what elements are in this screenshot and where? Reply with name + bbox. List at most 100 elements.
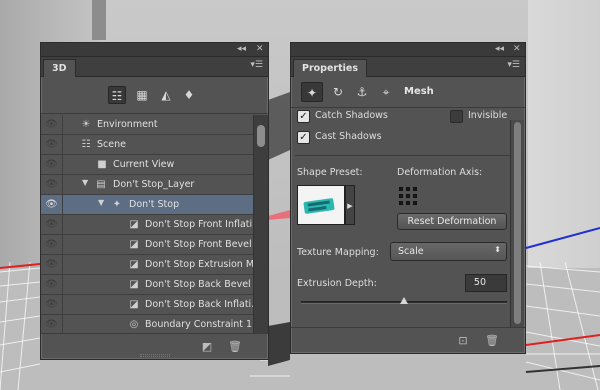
layer-list-scrollbar[interactable] [253,115,268,333]
layer-label: Don't Stop_Layer [113,179,195,190]
close-icon[interactable]: ✕ [513,44,521,54]
visibility-eye-icon[interactable]: 👁 [41,295,63,314]
visibility-eye-icon[interactable]: 👁 [41,315,63,333]
panel-menu-icon[interactable]: ▾☰ [250,60,263,70]
layer-row[interactable]: 👁 ▼ ▤ Don't Stop_Layer [41,175,253,195]
panel-footer: ◩ 🗑 [41,333,268,359]
material-icon: ◪ [129,279,139,290]
layer-row[interactable]: 👁 ◪ Don't Stop Extrusion M... [41,255,253,275]
visibility-eye-icon[interactable]: 👁 [41,195,63,214]
layer-row[interactable]: 👁 ▼ ✦ Don't Stop [41,195,253,215]
slider-thumb[interactable] [400,297,408,304]
layer-row[interactable]: 👁 ◪ Don't Stop Back Bevel ... [41,275,253,295]
catch-shadows-label: Catch Shadows [315,110,388,121]
visibility-eye-icon[interactable]: 👁 [41,175,63,194]
environment-icon: ☀ [81,119,91,130]
layer-label: Don't Stop Back Inflati... [145,299,253,310]
texture-mapping-value: Scale [398,246,424,257]
shape-preset-label: Shape Preset: [297,167,363,178]
mesh-icon: ✦ [112,199,122,210]
tab-bar: 3D ▾☰ [41,57,268,77]
x-axis-line [0,263,41,269]
reset-deformation-button[interactable]: Reset Deformation [397,213,507,230]
visibility-eye-icon[interactable]: 👁 [41,215,63,234]
shape-preset-thumbnail[interactable] [297,185,345,225]
z-axis-line [525,227,600,249]
texture-mapping-label: Texture Mapping: [297,247,379,258]
visibility-eye-icon[interactable]: 👁 [41,275,63,294]
collapse-icon[interactable]: ◂◂ [237,44,246,54]
cap-properties-icon[interactable]: ⚓ [351,82,373,102]
layer-row[interactable]: 👁 ◪ Don't Stop Back Inflati... [41,295,253,315]
mesh-filter-icon[interactable]: ▦ [133,86,151,104]
expand-triangle-icon[interactable]: ▼ [98,198,104,207]
panel-resize-grip[interactable] [139,354,170,357]
catch-shadows-checkbox[interactable]: ✓ [297,110,310,123]
layer-label: Don't Stop Front Bevel ... [145,239,253,250]
layer-label: Don't Stop [129,199,180,210]
tab-3d[interactable]: 3D [43,59,76,77]
scrollbar-thumb[interactable] [257,125,265,147]
tab-bar: Properties ▾☰ [291,57,525,77]
panel-menu-icon[interactable]: ▾☰ [507,60,520,70]
light-filter-icon[interactable]: ♦ [180,86,198,104]
mesh-properties-icon[interactable]: ✦ [301,82,323,102]
constraint-icon: ◎ [129,319,139,330]
visibility-eye-icon[interactable]: 👁 [41,255,63,274]
scene-filter-icon[interactable]: ☷ [108,86,126,104]
properties-panel: ◂◂ ✕ Properties ▾☰ ✦ ↻ ⚓ ⌖ Mesh ✓ Catch … [290,42,526,354]
extrusion-depth-input[interactable]: 50 [465,274,507,292]
layer-label: Don't Stop Extrusion M... [145,259,253,270]
layer-row[interactable]: 👁 ☷ Scene [41,135,253,155]
layer-row[interactable]: 👁 ☀ Environment [41,115,253,135]
deform-properties-icon[interactable]: ↻ [327,82,349,102]
cast-shadows-label: Cast Shadows [315,131,382,142]
visibility-eye-icon[interactable]: 👁 [41,155,63,174]
folder-icon: ▤ [96,179,106,190]
shape-preset-dropdown-icon[interactable]: ▶ [345,185,355,225]
coordinates-properties-icon[interactable]: ⌖ [375,82,397,102]
layer-label: Environment [97,119,158,130]
material-icon: ◪ [129,259,139,270]
camera-icon: ■ [97,159,107,170]
layer-label: Scene [97,139,126,150]
scene-icon: ☷ [81,139,91,150]
panel-header-strip: ◂◂ ✕ [41,43,268,57]
close-icon[interactable]: ✕ [256,44,264,54]
material-icon: ◪ [129,219,139,230]
tab-properties[interactable]: Properties [293,59,367,77]
deformation-axis-grid[interactable] [399,187,417,205]
collapse-icon[interactable]: ◂◂ [495,44,504,54]
invisible-label: Invisible [468,110,508,121]
material-icon: ◪ [129,299,139,310]
visibility-eye-icon[interactable]: 👁 [41,235,63,254]
visibility-eye-icon[interactable]: 👁 [41,135,63,154]
layer-label: Don't Stop Back Bevel ... [145,279,253,290]
trash-icon[interactable]: 🗑 [484,334,500,348]
property-type-bar: ✦ ↻ ⚓ ⌖ Mesh [291,77,525,108]
texture-mapping-select[interactable]: Scale ⬍ [390,242,507,261]
deformation-axis-label: Deformation Axis: [397,167,483,178]
cast-shadows-checkbox[interactable]: ✓ [297,131,310,144]
material-filter-icon[interactable]: ◭ [157,86,175,104]
section-divider [295,155,513,156]
3d-panel: ◂◂ ✕ 3D ▾☰ ☷ ▦ ◭ ♦ 👁 ☀ Environment 👁 ☷ Scene 👁… [40,42,269,360]
expand-triangle-icon[interactable]: ▼ [82,178,88,187]
visibility-eye-icon[interactable]: 👁 [41,115,63,134]
layer-label: Current View [113,159,175,170]
scene-layer-list: 👁 ☀ Environment 👁 ☷ Scene 👁 ■ Current View 👁 ▼ ▤ Don… [41,115,253,333]
layer-label: Boundary Constraint 1 [145,319,253,330]
invisible-checkbox[interactable] [450,110,463,123]
layer-label: Don't Stop Front Inflati... [145,219,253,230]
layer-row[interactable]: 👁 ◎ Boundary Constraint 1 [41,315,253,333]
layer-row[interactable]: 👁 ◪ Don't Stop Front Inflati... [41,215,253,235]
layer-row[interactable]: 👁 ■ Current View [41,155,253,175]
new-object-icon[interactable]: ◩ [199,340,215,354]
layer-row[interactable]: 👁 ◪ Don't Stop Front Bevel ... [41,235,253,255]
filter-bar: ☷ ▦ ◭ ♦ [41,77,268,114]
scrollbar-thumb[interactable] [514,122,521,324]
render-icon[interactable]: ⊡ [455,334,471,348]
extrusion-depth-label: Extrusion Depth: [297,278,377,289]
trash-icon[interactable]: 🗑 [227,340,243,354]
properties-scrollbar[interactable] [510,120,524,328]
